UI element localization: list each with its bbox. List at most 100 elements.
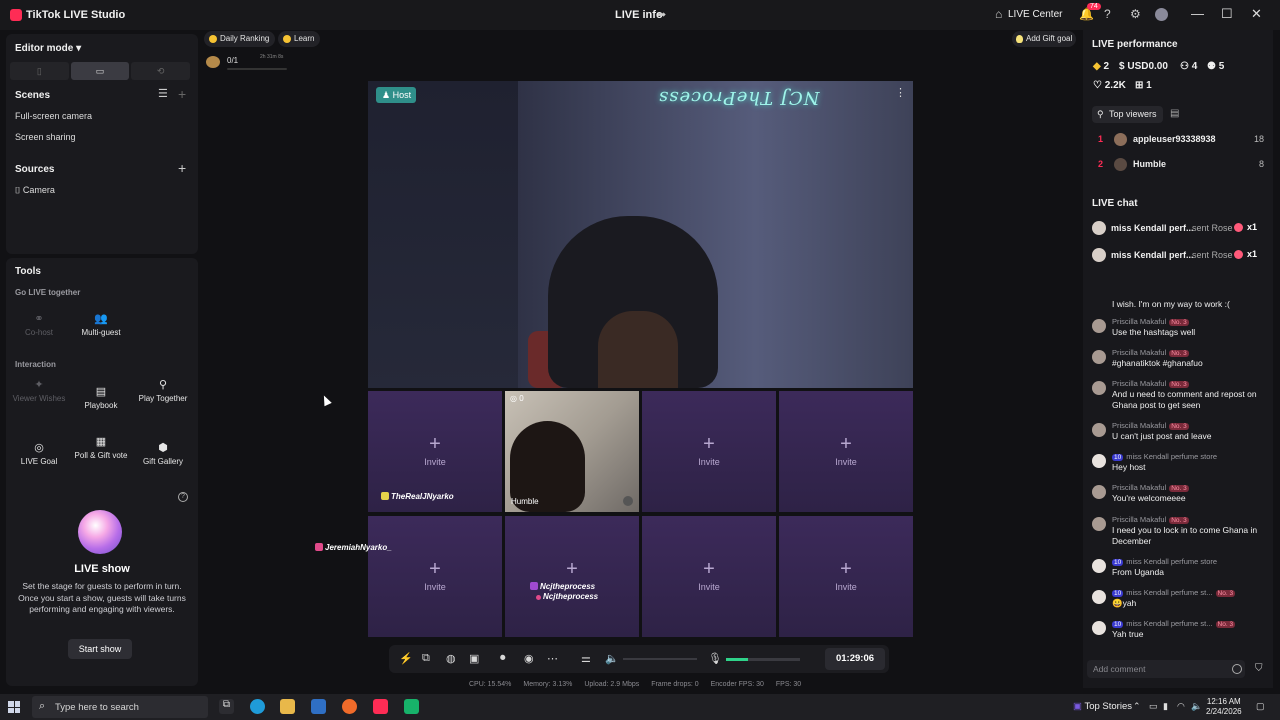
- invite-slot[interactable]: +: [505, 516, 639, 637]
- live-goal-button[interactable]: ◎ LIVE Goal: [10, 441, 68, 479]
- daily-ranking-button[interactable]: Daily Ranking: [204, 31, 276, 47]
- filter-icon[interactable]: ◍: [446, 652, 456, 665]
- add-gift-goal-button[interactable]: Add Gift goal: [1012, 31, 1077, 47]
- close-icon[interactable]: ✕: [1251, 6, 1262, 22]
- invite-slot[interactable]: + Invite: [642, 391, 776, 512]
- scene-item-screen-sharing[interactable]: Screen sharing: [15, 132, 76, 142]
- portrait-mode-button[interactable]: ▯: [10, 62, 69, 80]
- volume-slider[interactable]: [623, 658, 697, 660]
- speaker-icon[interactable]: 🔈: [605, 652, 619, 665]
- battery-icon[interactable]: ▮: [1163, 701, 1168, 712]
- magic-wand-icon[interactable]: ⚡: [399, 652, 413, 665]
- cohost-button[interactable]: ⚭ Co-host: [10, 312, 68, 350]
- chevron-up-icon[interactable]: ⌃: [1133, 701, 1141, 712]
- invite-slot[interactable]: + Invite: [642, 516, 776, 637]
- gear-icon[interactable]: ⚙: [1130, 7, 1141, 21]
- camera-settings-icon[interactable]: ◉: [524, 652, 534, 665]
- share-icon[interactable]: ➦: [657, 8, 666, 21]
- live-center-button[interactable]: LIVE Center: [1008, 9, 1062, 20]
- task-view-icon[interactable]: ⧉: [219, 699, 234, 714]
- help-icon[interactable]: ?: [1104, 7, 1111, 21]
- taskbar-search[interactable]: ⌕ Type here to search: [32, 696, 208, 718]
- network-icon[interactable]: ▭: [1149, 701, 1158, 712]
- plus-icon: +: [429, 433, 441, 455]
- edge-browser-icon[interactable]: [250, 699, 265, 714]
- emoji-icon[interactable]: [1232, 664, 1242, 674]
- scene-item-fullscreen-camera[interactable]: Full-screen camera: [15, 111, 92, 121]
- maximize-icon[interactable]: ☐: [1221, 6, 1233, 22]
- record-icon[interactable]: ⏺: [500, 652, 506, 665]
- multi-guest-button[interactable]: 👥 Multi-guest: [72, 312, 130, 350]
- chat-text: From Uganda: [1112, 567, 1164, 577]
- list-icon[interactable]: ▤: [1170, 108, 1179, 119]
- likes-stat: ♡ 2.2K: [1093, 80, 1126, 91]
- play-together-button[interactable]: ⚲ Play Together: [134, 378, 192, 416]
- mic-icon[interactable]: [623, 496, 633, 506]
- plus-icon: +: [840, 558, 852, 580]
- minimize-icon[interactable]: —: [1191, 6, 1204, 21]
- chat-username: Priscilla Makaful No. 3: [1112, 348, 1189, 357]
- audio-settings-icon[interactable]: ⚌: [581, 652, 591, 665]
- source-item-camera[interactable]: ⌷ Camera: [15, 185, 55, 196]
- more-icon[interactable]: ⋯: [547, 652, 558, 665]
- mic-level-meter[interactable]: [726, 658, 800, 661]
- app-icon[interactable]: [404, 699, 419, 714]
- clock[interactable]: 12:16 AM 2/24/2026: [1206, 697, 1242, 717]
- microphone-icon[interactable]: 🎙: [708, 652, 722, 665]
- chat-username: Priscilla Makaful No. 3: [1112, 317, 1189, 326]
- avatar: [1092, 590, 1106, 604]
- more-icon[interactable]: ⋮: [895, 86, 906, 99]
- host-badge: ♟ Host: [376, 87, 417, 103]
- poll-gift-vote-button[interactable]: ▦ Poll & Gift vote: [72, 435, 130, 473]
- editor-mode-dropdown[interactable]: Editor mode ▾: [15, 43, 81, 54]
- host-video[interactable]: NCJ TheProcess: [368, 81, 913, 388]
- gift-gallery-button[interactable]: ⬢ Gift Gallery: [134, 441, 192, 479]
- add-source-button[interactable]: +: [178, 160, 186, 176]
- chat-text: You're welcomeeee: [1112, 493, 1186, 503]
- gift-message: miss Kendall perf... sent Rose x1: [1092, 247, 1264, 263]
- help-icon[interactable]: ?: [178, 492, 188, 502]
- volume-icon[interactable]: 🔈: [1191, 701, 1202, 712]
- landscape-mode-button[interactable]: ▭: [70, 62, 130, 80]
- layout-mode-bar: ▯ ▭ ⟲: [10, 62, 191, 80]
- top-viewers-tab[interactable]: ⚲ Top viewers: [1092, 106, 1163, 123]
- viewer-wishes-button[interactable]: ✦ Viewer Wishes: [10, 378, 68, 416]
- comment-input[interactable]: Add comment: [1087, 660, 1245, 678]
- goal-progress-widget[interactable]: 0/1 2h 31m 8s: [206, 54, 288, 72]
- start-show-button[interactable]: Start show: [68, 639, 132, 659]
- invite-slot[interactable]: + Invite: [779, 391, 913, 512]
- plus-icon: +: [703, 558, 715, 580]
- list-icon[interactable]: ☰: [158, 87, 168, 100]
- invite-slot[interactable]: + Invite: [779, 516, 913, 637]
- tiktok-live-studio-icon[interactable]: [373, 699, 388, 714]
- live-info-title[interactable]: LIVE info: [615, 9, 663, 21]
- title-bar: TikTok LIVE Studio LIVE info ➦ ⌂ LIVE Ce…: [0, 0, 1280, 30]
- wifi-icon[interactable]: ◠: [1177, 701, 1185, 712]
- filter-icon[interactable]: ⛉: [1255, 663, 1263, 674]
- rotate-mode-button[interactable]: ⟲: [131, 62, 191, 80]
- guest-video-humble[interactable]: ◎ 0 Humble: [505, 391, 639, 512]
- playbook-button[interactable]: ▤ Playbook: [72, 385, 130, 423]
- goal-cup-icon: [206, 56, 220, 68]
- list-item[interactable]: 1 appleuser93338938 18: [1098, 132, 1264, 148]
- screen-icon[interactable]: ▣: [469, 652, 479, 665]
- firefox-icon[interactable]: [342, 699, 357, 714]
- effects-icon[interactable]: ⧉: [422, 652, 430, 665]
- store-icon[interactable]: [311, 699, 326, 714]
- top-stories-widget[interactable]: ▣ Top Stories: [1073, 701, 1132, 712]
- plus-icon: +: [703, 433, 715, 455]
- fps-stat: FPS: 30: [775, 681, 802, 688]
- learn-button[interactable]: Learn: [278, 31, 321, 47]
- tiktok-logo-icon: [10, 9, 22, 21]
- file-explorer-icon[interactable]: [280, 699, 295, 714]
- avatar: [1092, 248, 1106, 262]
- windows-start-icon[interactable]: [8, 701, 20, 713]
- notification-badge: 74: [1087, 3, 1101, 10]
- add-scene-button[interactable]: +: [178, 86, 186, 102]
- usd-stat: $ USD0.00: [1119, 61, 1168, 72]
- notifications-icon[interactable]: ▢: [1256, 701, 1265, 712]
- username-tag: TheRealJNyarko: [381, 492, 454, 501]
- invite-slot[interactable]: + Invite: [368, 516, 502, 637]
- avatar[interactable]: [1155, 8, 1168, 21]
- list-item[interactable]: 2 Humble 8: [1098, 157, 1264, 173]
